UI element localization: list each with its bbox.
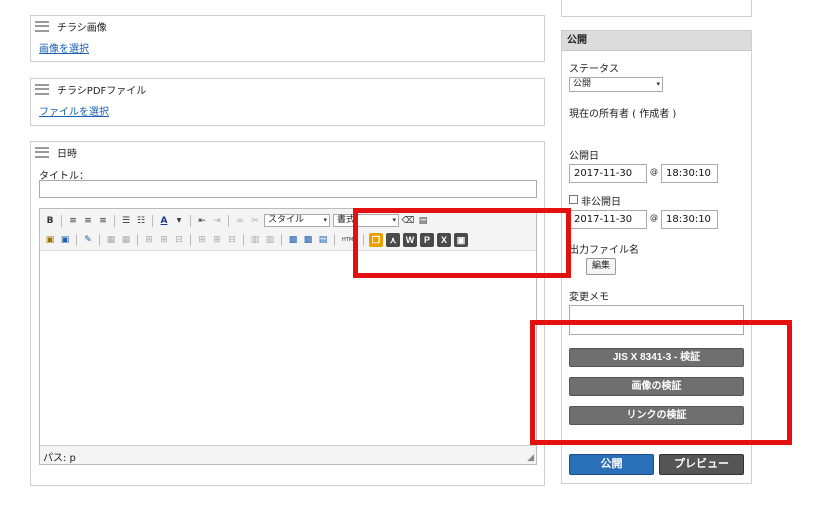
link-icon[interactable]: ∞ — [234, 215, 246, 227]
publish-date-label: 公開日 — [569, 151, 599, 162]
flyer-pdf-header: チラシPDFファイル — [31, 79, 544, 99]
drag-handle-icon[interactable] — [35, 83, 49, 95]
merge-cell-icon[interactable]: ▥ — [264, 234, 276, 246]
unlink-icon[interactable]: ✂ — [249, 215, 261, 227]
datetime-header: 日時 — [31, 142, 544, 162]
publish-button[interactable]: 公開 — [569, 454, 654, 475]
flyer-pdf-title: チラシPDFファイル — [57, 85, 147, 97]
flyer-image-title: チラシ画像 — [57, 22, 107, 34]
flyer-image-panel: チラシ画像 画像を選択 — [30, 15, 545, 62]
flyer-image-header: チラシ画像 — [31, 16, 544, 36]
delete-col-icon[interactable]: ⊟ — [226, 234, 238, 246]
paste-icon[interactable]: ▣ — [44, 234, 56, 246]
row-before-icon[interactable]: ⊞ — [143, 234, 155, 246]
unpublish-checkbox[interactable] — [569, 195, 578, 204]
font-color-icon[interactable]: A — [158, 215, 170, 227]
owner-label: 現在の所有者 ( 作成者 ) — [569, 109, 677, 120]
drag-handle-icon[interactable] — [35, 146, 49, 158]
publish-time-input[interactable]: 18:30:10 — [661, 164, 718, 183]
status-select-value: 公開 — [573, 79, 592, 89]
table-icon[interactable]: ▦ — [105, 234, 117, 246]
publish-header: 公開 — [562, 31, 751, 51]
bullet-list-icon[interactable]: ☰ — [120, 215, 132, 227]
sidebar-top-box — [561, 0, 752, 17]
datetime-panel: 日時 タイトル： B ≡ ≡ ≡ ☰ ☷ A ▼ ⇤ ⇥ ∞ ✂ スタイル ▾ 書… — [30, 141, 545, 486]
toolbar-separator — [76, 234, 77, 246]
number-list-icon[interactable]: ☷ — [135, 215, 147, 227]
image-icon[interactable]: ▩ — [287, 234, 299, 246]
col-after-icon[interactable]: ⊞ — [211, 234, 223, 246]
media-icon[interactable]: ▩ — [302, 234, 314, 246]
change-memo-label: 変更メモ — [569, 292, 609, 303]
status-select[interactable]: 公開 ▾ — [569, 77, 663, 92]
unpublish-time-input[interactable]: 18:30:10 — [661, 210, 718, 229]
align-right-icon[interactable]: ≡ — [97, 215, 109, 227]
align-left-icon[interactable]: ≡ — [67, 215, 79, 227]
toolbar-separator — [114, 214, 115, 227]
row-after-icon[interactable]: ⊞ — [158, 234, 170, 246]
status-label: ステータス — [569, 64, 619, 75]
toolbar-separator — [99, 234, 100, 246]
editor-status-bar: パス: p ◢ — [40, 445, 536, 464]
at-sign: @ — [650, 167, 658, 176]
toolbar-separator — [334, 234, 335, 246]
delete-row-icon[interactable]: ⊟ — [173, 234, 185, 246]
highlight-box-toolbar — [353, 208, 571, 278]
at-sign: @ — [650, 213, 658, 222]
chevron-down-icon: ▾ — [323, 216, 327, 224]
bold-icon[interactable]: B — [44, 215, 56, 227]
publish-date-input[interactable]: 2017-11-30 — [569, 164, 647, 183]
toolbar-separator — [137, 234, 138, 246]
align-center-icon[interactable]: ≡ — [82, 215, 94, 227]
toolbar-separator — [61, 214, 62, 227]
select-image-link[interactable]: 画像を選択 — [39, 40, 89, 55]
style-combo[interactable]: スタイル ▾ — [264, 214, 330, 227]
toolbar-separator — [228, 214, 229, 227]
datetime-title: 日時 — [57, 148, 77, 160]
editor-content-area[interactable] — [40, 252, 536, 445]
edit-filename-button[interactable]: 編集 — [586, 258, 616, 275]
toolbar-separator — [243, 234, 244, 246]
indent-icon[interactable]: ⇥ — [211, 215, 223, 227]
editor-path: パス: p — [43, 453, 76, 464]
resize-handle-icon[interactable]: ◢ — [527, 453, 534, 463]
drag-handle-icon[interactable] — [35, 20, 49, 32]
toolbar-separator — [190, 234, 191, 246]
unpublish-date-input[interactable]: 2017-11-30 — [569, 210, 647, 229]
output-file-label: 出力ファイル名 — [569, 245, 639, 256]
preview-button[interactable]: プレビュー — [659, 454, 744, 475]
split-cell-icon[interactable]: ▥ — [249, 234, 261, 246]
toolbar-separator — [281, 234, 282, 246]
highlight-box-checks — [530, 320, 792, 445]
chevron-down-icon[interactable]: ▼ — [173, 215, 185, 227]
toolbar-separator — [152, 214, 153, 227]
style-combo-value: スタイル — [268, 215, 305, 225]
col-before-icon[interactable]: ⊞ — [196, 234, 208, 246]
template-icon[interactable]: ▤ — [317, 234, 329, 246]
select-file-link[interactable]: ファイルを選択 — [39, 103, 109, 118]
paste-word-icon[interactable]: ▣ — [59, 234, 71, 246]
toolbar-separator — [190, 214, 191, 227]
table-props-icon[interactable]: ▦ — [120, 234, 132, 246]
title-input[interactable] — [39, 180, 537, 198]
chevron-down-icon: ▾ — [656, 80, 660, 88]
unpublish-label: 非公開日 — [581, 197, 621, 208]
outdent-icon[interactable]: ⇤ — [196, 215, 208, 227]
edit-icon[interactable]: ✎ — [82, 234, 94, 246]
flyer-pdf-panel: チラシPDFファイル ファイルを選択 — [30, 78, 545, 126]
